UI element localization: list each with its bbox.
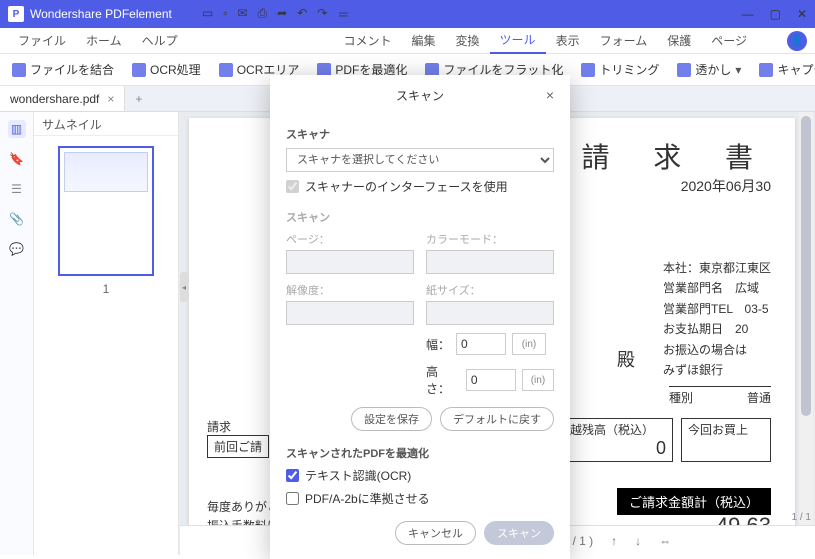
left-rail: ▥ 🔖 ☰ 📎 💬 — [0, 112, 34, 555]
avatar[interactable]: 👤 — [787, 31, 807, 51]
tb-ocr[interactable]: OCR処理 — [126, 58, 207, 81]
menu-protect[interactable]: 保護 — [657, 28, 701, 53]
comments-icon[interactable]: 💬 — [8, 240, 26, 258]
print-icon[interactable]: ⎙ — [258, 6, 268, 23]
close-icon[interactable]: ✕ — [797, 7, 807, 21]
open-icon[interactable]: ▭ — [202, 6, 213, 23]
menu-comment[interactable]: コメント — [334, 28, 402, 53]
resolution-select — [286, 301, 414, 325]
tb-capture[interactable]: キャプチャ — [753, 58, 815, 81]
scanner-select[interactable]: スキャナを選択してください — [286, 148, 554, 172]
menu-edit[interactable]: 編集 — [402, 28, 446, 53]
ocrarea-icon — [219, 63, 233, 77]
minimize-icon[interactable]: ― — [742, 7, 754, 21]
scan-dialog: スキャン × スキャナ スキャナを選択してください スキャナーのインターフェース… — [270, 75, 570, 559]
page-counter: 1 / 1 — [792, 512, 811, 523]
prev-page-icon[interactable]: ↑ — [607, 534, 621, 548]
tb-merge[interactable]: ファイルを結合 — [6, 58, 120, 81]
next-page-icon[interactable]: ↓ — [631, 534, 645, 548]
reset-default-button[interactable]: デフォルトに戻す — [440, 407, 554, 431]
height-input[interactable] — [466, 369, 516, 391]
app-title: Wondershare PDFelement — [30, 7, 172, 21]
share-icon[interactable]: ➦ — [277, 6, 287, 23]
pdfa-checkbox[interactable]: PDF/A-2bに準拠させる — [286, 490, 554, 507]
bookmarks-icon[interactable]: 🔖 — [8, 150, 26, 168]
doc-type-table: 種別普通 — [669, 386, 771, 408]
menu-file[interactable]: ファイル — [8, 28, 76, 53]
dialog-title: スキャン × — [286, 87, 554, 112]
menu-view[interactable]: 表示 — [546, 28, 590, 53]
save-icon[interactable]: ▫ — [223, 6, 227, 23]
thumbnails-icon[interactable]: ▥ — [8, 120, 26, 138]
optimize-heading: スキャンされたPDFを最適化 — [286, 445, 554, 461]
trim-icon — [581, 63, 595, 77]
page-select — [286, 250, 414, 274]
new-tab-button[interactable]: + — [125, 86, 152, 111]
equal-icon[interactable]: ＝ — [337, 6, 349, 23]
scan-button[interactable]: スキャン — [484, 521, 554, 545]
attachments-icon[interactable]: 📎 — [8, 210, 26, 228]
undo-icon[interactable]: ↶ — [297, 6, 307, 23]
doc-dono: 殿 — [617, 346, 635, 372]
cancel-button[interactable]: キャンセル — [395, 521, 476, 545]
color-select — [426, 250, 554, 274]
papersize-select — [426, 301, 554, 325]
menu-help[interactable]: ヘルプ — [132, 28, 188, 53]
quick-access-toolbar: ▭ ▫ ✉ ⎙ ➦ ↶ ↷ ＝ — [202, 6, 349, 23]
tb-watermark[interactable]: 透かし ▾ — [671, 58, 747, 81]
merge-icon — [12, 63, 26, 77]
app-logo: P — [8, 6, 24, 22]
use-scanner-ui-checkbox[interactable]: スキャナーのインターフェースを使用 — [286, 178, 554, 195]
menu-bar: ファイル ホーム ヘルプ コメント 編集 変換 ツール 表示 フォーム 保護 ペ… — [0, 28, 815, 54]
total-label: ご請求金額計（税込） — [617, 488, 771, 515]
title-bar: P Wondershare PDFelement ▭ ▫ ✉ ⎙ ➦ ↶ ↷ ＝… — [0, 0, 815, 28]
vertical-scrollbar[interactable] — [799, 112, 813, 555]
mail-icon[interactable]: ✉ — [237, 6, 247, 23]
thumbnail-page-number: 1 — [34, 282, 178, 296]
height-unit[interactable]: (in) — [522, 369, 554, 391]
width-input[interactable] — [456, 333, 506, 355]
page-thumbnail[interactable] — [58, 146, 154, 276]
doc-date: 2020年06月30 — [681, 176, 771, 196]
save-settings-button[interactable]: 設定を保存 — [351, 407, 432, 431]
doc-info: 本社：東京都江東区 営業部門名 広域 営業部門TEL 03-5 お支払期日 20… — [663, 258, 771, 380]
width-unit[interactable]: (in) — [512, 333, 546, 355]
tab-close-icon[interactable]: × — [107, 92, 114, 106]
tab-label: wondershare.pdf — [10, 92, 99, 106]
layers-icon[interactable]: ☰ — [8, 180, 26, 198]
menu-page[interactable]: ページ — [701, 28, 757, 53]
watermark-icon — [677, 63, 691, 77]
ocr-checkbox[interactable]: テキスト認識(OCR) — [286, 467, 554, 484]
dialog-close-icon[interactable]: × — [546, 87, 554, 103]
file-tab[interactable]: wondershare.pdf × — [0, 86, 125, 111]
menu-convert[interactable]: 変換 — [446, 28, 490, 53]
scan-heading: スキャン — [286, 209, 554, 225]
scanner-heading: スキャナ — [286, 126, 554, 142]
thumbnail-header: サムネイル — [34, 112, 178, 136]
redo-icon[interactable]: ↷ — [317, 6, 327, 23]
ocr-icon — [132, 63, 146, 77]
panel-splitter[interactable]: ◂ — [180, 272, 188, 302]
doc-title: 請 求 書 — [581, 136, 771, 176]
thumbnail-panel: サムネイル 1 — [34, 112, 179, 555]
menu-tool[interactable]: ツール — [490, 27, 546, 54]
menu-home[interactable]: ホーム — [76, 28, 132, 53]
capture-icon — [759, 63, 773, 77]
fit-icon[interactable]: ⇔ — [655, 534, 675, 548]
maximize-icon[interactable]: ▢ — [770, 7, 781, 21]
menu-form[interactable]: フォーム — [590, 28, 658, 53]
tb-trim[interactable]: トリミング — [575, 58, 665, 81]
